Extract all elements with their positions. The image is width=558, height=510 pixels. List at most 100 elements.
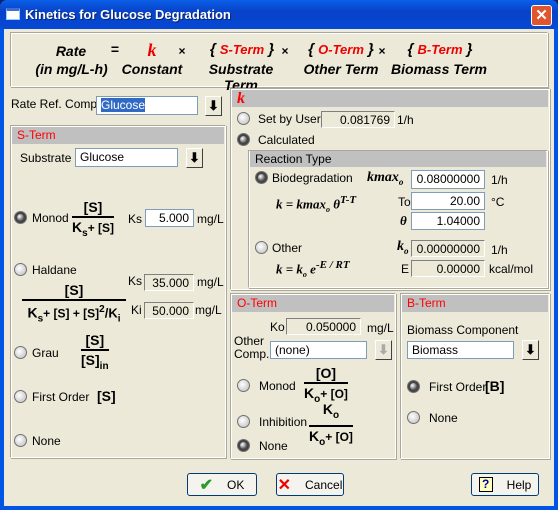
other-comp-label-line1: Other <box>234 334 265 348</box>
s-first-order-label: First Order <box>32 390 90 404</box>
b-first-order-label: First Order <box>429 380 487 394</box>
equation-panel: Rate (in mg/L-h) = k Constant × { S-Term… <box>10 32 548 93</box>
arrow-down-icon: ⬇ <box>208 98 219 113</box>
title-bar[interactable]: Kinetics for Glucose Degradation ✕ <box>0 0 558 29</box>
sub-o: o <box>404 245 409 256</box>
f-plus: + [O] <box>320 387 348 401</box>
o-none-radio[interactable] <box>237 439 250 452</box>
eq-s-term: { S-Term } <box>209 41 275 58</box>
ko-input[interactable]: 0.050000 <box>286 318 361 335</box>
cancel-button[interactable]: ✕ Cancel <box>276 473 344 496</box>
calculated-radio[interactable] <box>237 133 250 146</box>
biodegradation-radio[interactable] <box>255 171 268 184</box>
k0-input[interactable]: 0.00000000 <box>411 240 485 257</box>
ok-button[interactable]: ✔ OK <box>187 473 257 496</box>
haldane-ki-input[interactable]: 50.000 <box>144 302 194 319</box>
checkmark-icon: ✔ <box>199 476 214 494</box>
biomass-dropdown-button[interactable]: ⬇ <box>522 340 539 360</box>
f-i: i <box>117 313 121 325</box>
theta-input[interactable]: 1.04000 <box>411 212 485 230</box>
rate-ref-value: Glucose <box>101 98 146 112</box>
kmax-input[interactable]: 0.08000000 <box>411 170 485 189</box>
substrate-dropdown-button[interactable]: ⬇ <box>186 148 203 168</box>
s-grau-radio[interactable] <box>14 346 27 359</box>
eq-rate-unit: (in mg/L-h) <box>35 61 108 77</box>
s-haldane-radio[interactable] <box>14 263 27 276</box>
biomass-component-input[interactable]: Biomass <box>407 341 514 359</box>
other-comp-input[interactable]: (none) <box>270 341 367 359</box>
sub-o: o <box>302 269 307 279</box>
eq-rate: Rate <box>55 43 87 59</box>
f-exp: -E / RT <box>315 259 350 271</box>
haldane-ks-unit: mg/L <box>197 275 224 289</box>
eq-b-term: { B-Term } <box>407 41 473 58</box>
s-none-label: None <box>32 434 61 448</box>
fraction-line <box>309 424 353 427</box>
f-in: in <box>99 360 109 372</box>
e-label: E <box>401 262 410 276</box>
k0-unit: 1/h <box>491 243 508 257</box>
s-monod-radio[interactable] <box>14 211 27 224</box>
haldane-ki-unit: mg/L <box>195 303 222 317</box>
f-sub: o <box>332 409 340 421</box>
k0-label: ko <box>397 239 409 256</box>
fraction-line <box>304 382 348 384</box>
f-num: [S] <box>64 282 84 298</box>
rate-ref-label: Rate Ref. Comp. <box>11 97 101 111</box>
close-button[interactable]: ✕ <box>531 5 552 26</box>
f-k: K <box>27 304 38 321</box>
eq-k: k <box>147 40 157 60</box>
other-label: Other <box>272 241 303 255</box>
eq-b-term-label: B-Term <box>417 42 463 57</box>
rate-ref-dropdown-button[interactable]: ⬇ <box>205 96 222 116</box>
set-by-user-label: Set by User <box>258 112 321 126</box>
other-radio[interactable] <box>255 241 268 254</box>
s-none-radio[interactable] <box>14 434 27 447</box>
s-term-header: S-Term <box>12 127 224 144</box>
f-num: [S] <box>85 332 105 348</box>
o-inhibition-label: Inhibition <box>259 415 308 429</box>
o-inhibition-formula: Ko Ko+ [O] <box>309 401 353 451</box>
monod-ks-label: Ks <box>128 212 143 226</box>
b-none-radio[interactable] <box>407 411 420 424</box>
set-by-user-input[interactable]: 0.081769 <box>321 111 395 128</box>
grau-formula: [S] [S]in <box>81 332 109 375</box>
f-exp: T-T <box>340 194 357 206</box>
e-input[interactable]: 0.00000 <box>411 260 485 277</box>
monod-ks-input[interactable]: 5.000 <box>145 209 194 227</box>
rate-ref-input[interactable]: Glucose <box>96 96 198 115</box>
haldane-ks-label: Ks <box>128 274 143 288</box>
arrow-down-icon: ⬇ <box>189 150 200 165</box>
biodegradation-formula: k = kmaxo θT-T <box>276 194 356 214</box>
set-by-user-radio[interactable] <box>237 112 250 125</box>
k-header: k <box>232 90 548 107</box>
reaction-type-header: Reaction Type <box>250 151 546 167</box>
kmax-label: kmaxo <box>367 170 403 187</box>
other-comp-dropdown-button[interactable]: ⬇ <box>375 340 392 360</box>
to-input[interactable]: 20.00 <box>411 192 485 210</box>
monod-formula: [S] Ks+ [S] <box>72 199 115 242</box>
biomass-component-label: Biomass Component <box>407 323 519 337</box>
haldane-ks-input[interactable]: 35.000 <box>144 274 194 291</box>
other-comp-label-line2: Comp. <box>234 347 270 361</box>
cross-icon: ✕ <box>277 476 292 494</box>
f-text: k = kmax <box>276 196 327 212</box>
cancel-label: Cancel <box>305 477 343 492</box>
eq-s-term-label: S-Term <box>219 42 265 57</box>
arrow-down-icon: ⬇ <box>525 342 536 357</box>
help-icon: ? <box>478 477 493 492</box>
calculated-label: Calculated <box>258 133 315 147</box>
help-button[interactable]: ? Help <box>471 473 539 496</box>
s-first-order-radio[interactable] <box>14 390 27 403</box>
o-monod-radio[interactable] <box>237 379 250 392</box>
f-k: K <box>304 385 315 401</box>
sub-o: o <box>398 176 404 187</box>
f-den: Ks+ [S] + [S]2/Ki <box>27 302 120 327</box>
eq-b-caption: Biomass Term <box>391 61 487 77</box>
biodegradation-label: Biodegradation <box>272 171 353 185</box>
substrate-input[interactable]: Glucose <box>75 148 178 167</box>
other-formula: k = ko e-E / RT <box>276 259 350 279</box>
b-first-order-radio[interactable] <box>407 380 420 393</box>
eq-times: × <box>378 44 386 58</box>
o-inhibition-radio[interactable] <box>237 415 250 428</box>
